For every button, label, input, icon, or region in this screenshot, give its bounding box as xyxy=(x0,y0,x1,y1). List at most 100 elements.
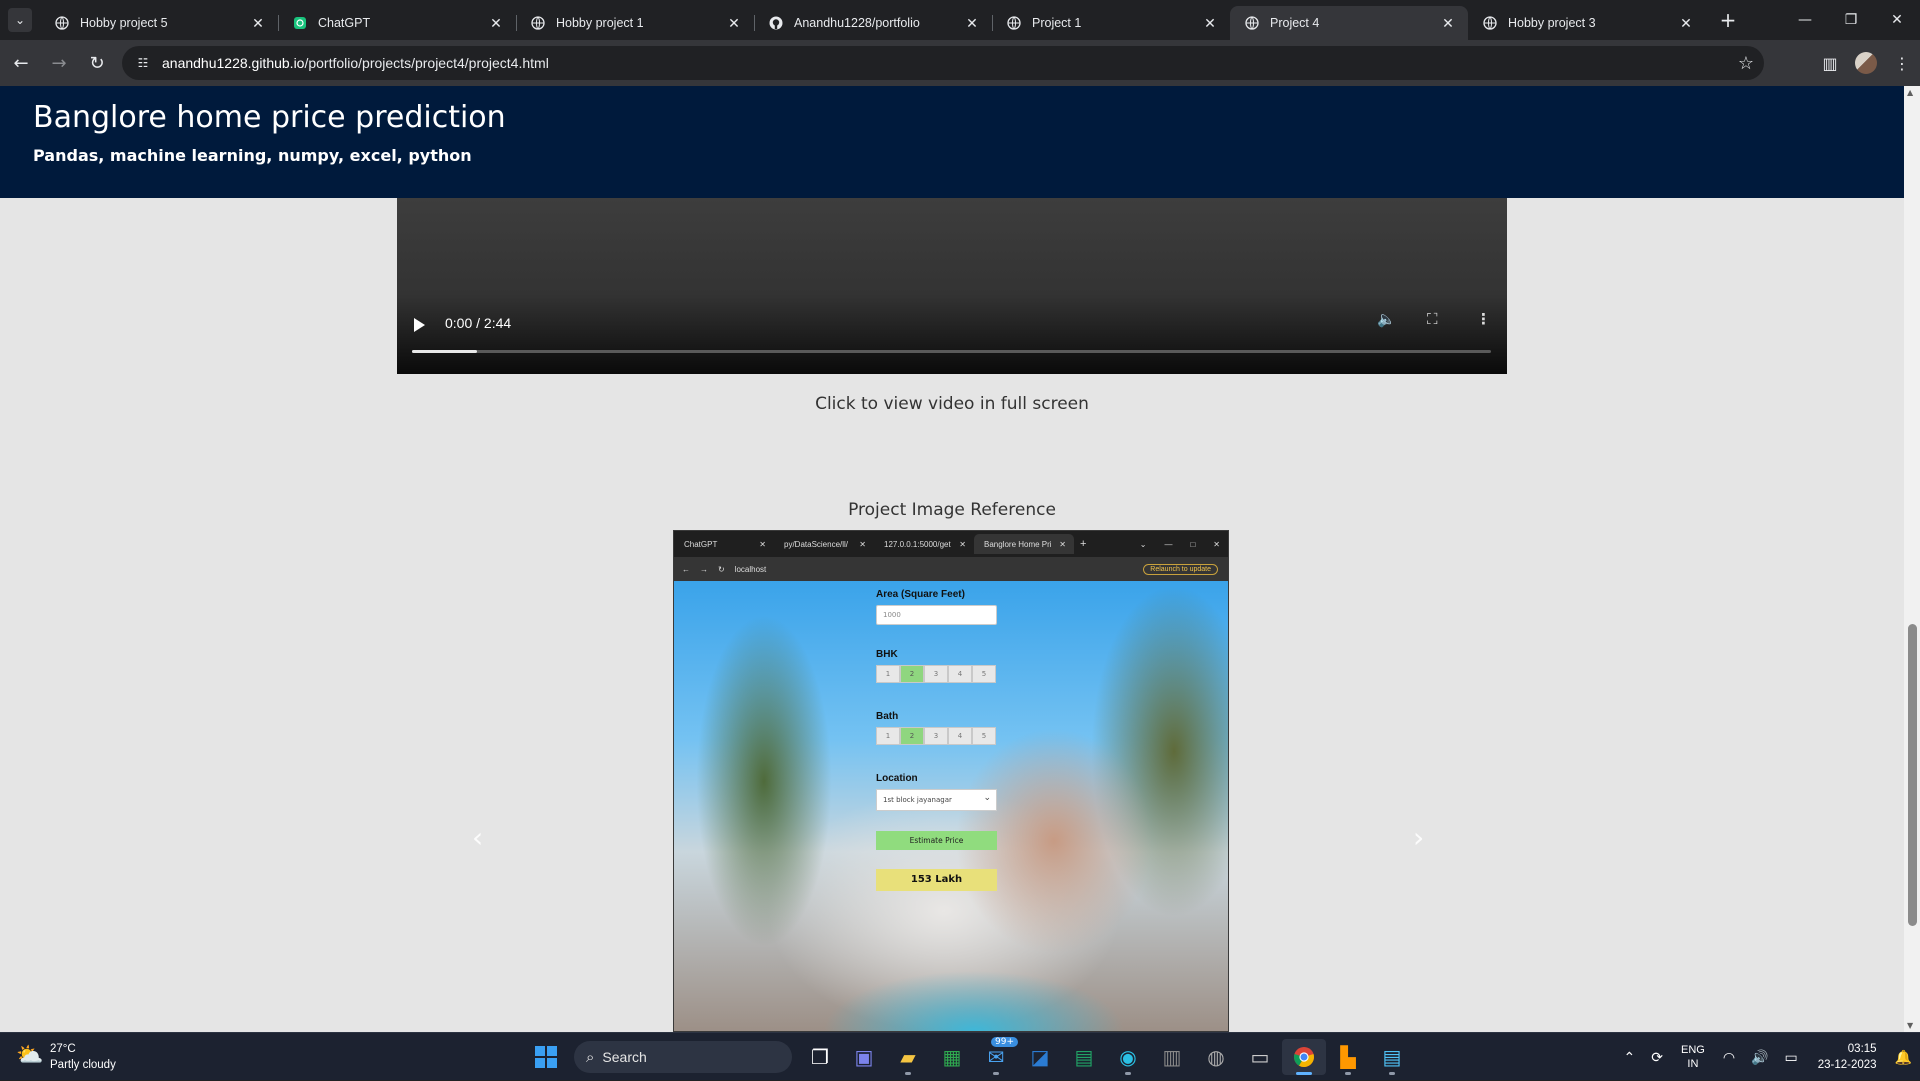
url-text[interactable]: anandhu1228.github.io/portfolio/projects… xyxy=(162,55,549,71)
search-icon: ⌕ xyxy=(586,1048,595,1066)
embedded-page: Area (Square Feet) 1000 BHK 1 2 3 4 5 Ba… xyxy=(674,581,1228,1031)
more-options-icon[interactable]: ⋮ xyxy=(1476,310,1491,328)
bhk-option: 3 xyxy=(924,665,948,683)
language-code: ENG xyxy=(1681,1044,1705,1056)
globe-icon xyxy=(530,15,546,31)
carousel-prev-icon[interactable]: ‹ xyxy=(472,821,483,854)
bath-option: 1 xyxy=(876,727,900,745)
tab-chatgpt[interactable]: ChatGPT ✕ xyxy=(278,6,516,40)
close-icon[interactable]: ✕ xyxy=(964,15,980,31)
bath-label: Bath xyxy=(876,711,899,722)
tab-title: Project 4 xyxy=(1270,16,1320,30)
mute-icon[interactable]: 🔈 xyxy=(1377,310,1396,328)
close-icon[interactable]: ✕ xyxy=(1440,15,1456,31)
embedded-relaunch: Relaunch to update xyxy=(1143,563,1218,575)
scroll-up-icon[interactable]: ▲ xyxy=(1907,88,1913,97)
area-label: Area (Square Feet) xyxy=(876,589,965,600)
toolbar-right: ▥ ⋮ xyxy=(1812,46,1920,80)
mail-icon[interactable]: ✉ 99+ xyxy=(974,1037,1018,1075)
page-viewport: Banglore home price prediction Pandas, m… xyxy=(0,86,1920,1032)
menu-icon[interactable]: ⋮ xyxy=(1884,46,1920,80)
side-panel-icon[interactable]: ▥ xyxy=(1812,46,1848,80)
chevron-up-icon[interactable]: ⌃ xyxy=(1616,1049,1644,1066)
tab-hobby-project-5[interactable]: Hobby project 5 ✕ xyxy=(40,6,278,40)
close-icon[interactable]: ✕ xyxy=(726,15,742,31)
bath-option: 3 xyxy=(924,727,948,745)
address-bar[interactable]: ☷ anandhu1228.github.io/portfolio/projec… xyxy=(122,46,1764,80)
video-progress-fill xyxy=(412,350,477,353)
volume-icon[interactable]: 🔊 xyxy=(1743,1049,1776,1066)
tab-project-4[interactable]: Project 4 ✕ xyxy=(1230,6,1468,40)
embedded-window-controls: ⌄ — □ ✕ xyxy=(1140,540,1228,549)
minimize-icon: — xyxy=(1164,539,1173,549)
clock-time: 03:15 xyxy=(1847,1043,1877,1055)
bhk-label: BHK xyxy=(876,649,898,660)
video-time: 0:00 / 2:44 xyxy=(445,315,512,331)
restore-icon[interactable]: ❐ xyxy=(1828,0,1874,40)
bath-option: 4 xyxy=(948,727,972,745)
forward-icon[interactable]: → xyxy=(42,46,76,80)
embedded-tab: ChatGPT ✕ xyxy=(674,534,774,554)
tab-hobby-project-3[interactable]: Hobby project 3 ✕ xyxy=(1468,6,1706,40)
tab-search-button[interactable]: ⌄ xyxy=(8,8,32,32)
fullscreen-icon[interactable]: ⛶ xyxy=(1427,310,1438,328)
video-caption: Click to view video in full screen xyxy=(815,394,1089,414)
app-dark-icon[interactable]: ▥ xyxy=(1150,1039,1194,1075)
scrollbar-thumb[interactable] xyxy=(1908,624,1917,926)
battery-icon[interactable]: ▭ xyxy=(1777,1049,1806,1066)
close-icon[interactable]: ✕ xyxy=(1202,15,1218,31)
reload-icon[interactable]: ↻ xyxy=(80,46,114,80)
tab-title: Hobby project 1 xyxy=(556,16,644,30)
taskbar-search[interactable]: ⌕ Search xyxy=(574,1041,792,1073)
embedded-tab-strip: ChatGPT ✕ py/DataScience/ll/ ✕ 127.0.0.1:5… xyxy=(674,531,1228,557)
notification-bell-icon[interactable]: 🔔 xyxy=(1887,1049,1920,1066)
carousel-next-icon[interactable]: › xyxy=(1413,821,1424,854)
play-icon[interactable] xyxy=(414,318,425,332)
terminal-icon[interactable]: ▭ xyxy=(1238,1039,1282,1075)
bath-options: 1 2 3 4 5 xyxy=(876,727,996,745)
tab-project-1[interactable]: Project 1 ✕ xyxy=(992,6,1230,40)
close-icon[interactable]: ✕ xyxy=(1678,15,1694,31)
start-button[interactable] xyxy=(524,1039,568,1075)
image-caption: Project Image Reference xyxy=(848,500,1056,520)
file-explorer-icon[interactable]: ▰ xyxy=(886,1039,930,1075)
video-progress-bar[interactable] xyxy=(412,350,1491,353)
wifi-icon[interactable]: ◠ xyxy=(1715,1049,1743,1066)
tab-github-portfolio[interactable]: Anandhu1228/portfolio ✕ xyxy=(754,6,992,40)
page-scrollbar[interactable]: ▲ ▼ xyxy=(1904,86,1920,1032)
video-player[interactable]: 0:00 / 2:44 🔈 ⛶ ⋮ xyxy=(397,198,1507,374)
new-tab-button[interactable]: + xyxy=(1714,6,1742,34)
language-indicator[interactable]: ENG IN xyxy=(1671,1043,1715,1071)
close-icon[interactable]: ✕ xyxy=(250,15,266,31)
excel-icon[interactable]: ▤ xyxy=(1062,1039,1106,1075)
app-gray-icon[interactable]: ◍ xyxy=(1194,1039,1238,1075)
app-green-icon[interactable]: ▦ xyxy=(930,1039,974,1075)
edge-icon[interactable]: ◉ xyxy=(1106,1039,1150,1075)
embedded-tab: 127.0.0.1:5000/get ✕ xyxy=(874,534,974,554)
globe-icon xyxy=(1006,15,1022,31)
task-view-icon[interactable]: ❐ xyxy=(798,1039,842,1075)
scroll-down-icon[interactable]: ▼ xyxy=(1907,1021,1913,1030)
outlook-icon[interactable]: ◪ xyxy=(1018,1039,1062,1075)
clock[interactable]: 03:15 23-12-2023 xyxy=(1806,1041,1887,1073)
profile-avatar[interactable] xyxy=(1848,46,1884,80)
chrome-icon[interactable] xyxy=(1282,1039,1326,1075)
weather-widget[interactable]: ⛅ 27°C Partly cloudy xyxy=(16,1041,116,1073)
sublime-icon[interactable]: ▙ xyxy=(1326,1039,1370,1075)
close-icon[interactable]: ✕ xyxy=(488,15,504,31)
embedded-tab-title: 127.0.0.1:5000/get xyxy=(884,539,951,549)
site-info-icon[interactable]: ☷ xyxy=(134,54,152,72)
close-window-icon[interactable]: ✕ xyxy=(1874,0,1920,40)
back-icon[interactable]: ← xyxy=(4,46,38,80)
browser-tab-strip: ⌄ Hobby project 5 ✕ ChatGPT ✕ Hobby proj… xyxy=(0,0,1920,40)
bookmark-star-icon[interactable]: ☆ xyxy=(1738,53,1754,74)
tab-hobby-project-1[interactable]: Hobby project 1 ✕ xyxy=(516,6,754,40)
bhk-option: 1 xyxy=(876,665,900,683)
bhk-options: 1 2 3 4 5 xyxy=(876,665,996,683)
teams-chat-icon[interactable]: ▣ xyxy=(842,1039,886,1075)
notepad-icon[interactable]: ▤ xyxy=(1370,1039,1414,1075)
update-icon[interactable]: ⟳ xyxy=(1643,1049,1671,1066)
clock-date: 23-12-2023 xyxy=(1817,1059,1877,1071)
minimize-icon[interactable]: — xyxy=(1782,0,1828,40)
tab-title: Anandhu1228/portfolio xyxy=(794,16,920,30)
